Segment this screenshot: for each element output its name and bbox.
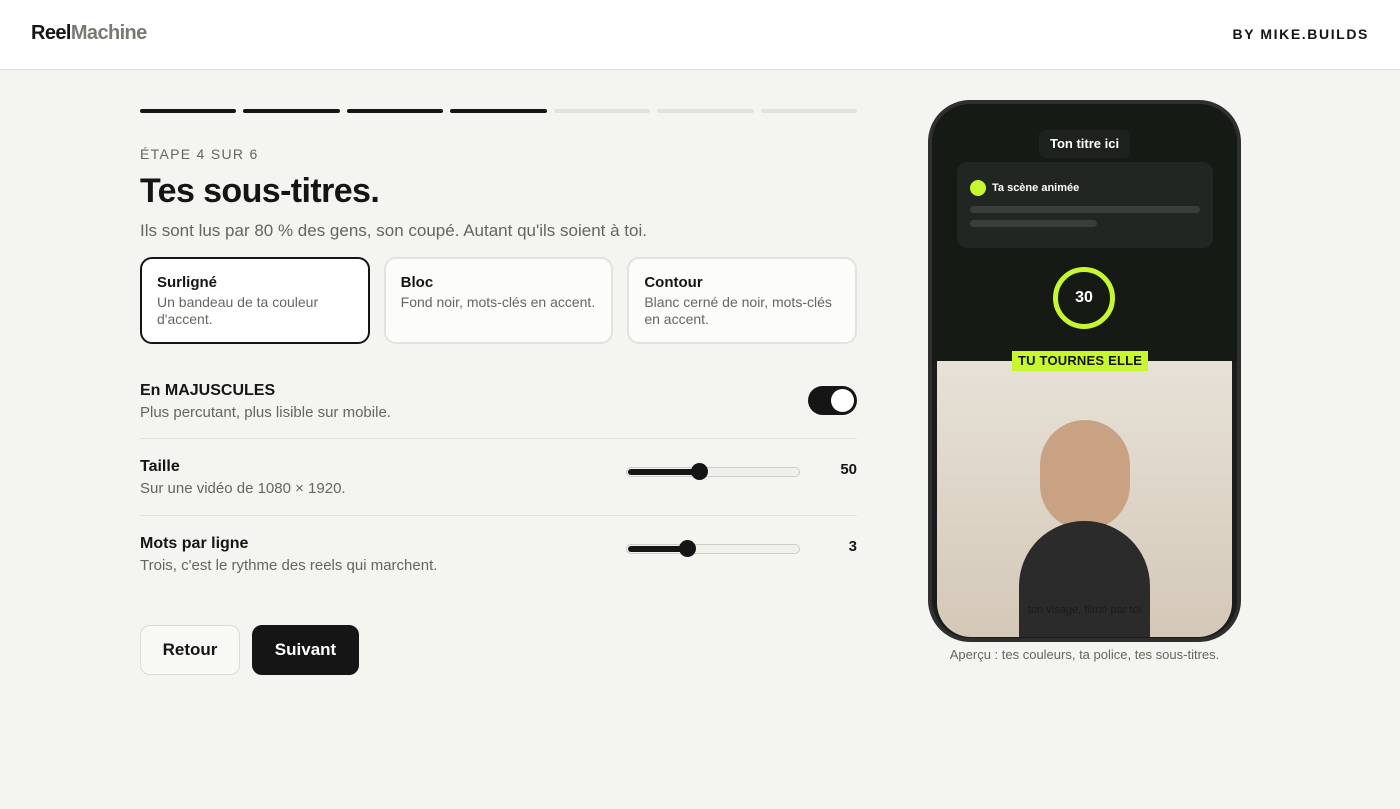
progress-segment [140,109,237,113]
countdown-ring: 30 [1053,267,1115,329]
divider [140,515,857,516]
person-head-shape [1040,420,1130,530]
author-byline[interactable]: BY MIKE.BUILDS [1233,26,1370,42]
slider-thumb[interactable] [679,540,696,557]
scene-label: Ta scène animée [992,182,1080,194]
uppercase-toggle[interactable] [808,386,857,415]
countdown-value: 30 [1075,289,1093,306]
uppercase-desc: Plus percutant, plus lisible sur mobile. [140,404,391,421]
progress-segment [450,109,547,113]
video-caption: ton visage, filmé par toi [1027,604,1142,616]
slider-thumb[interactable] [691,463,708,480]
preview-video: ton visage, filmé par toi [937,361,1232,637]
subtitle-style-options: Surligné Un bandeau de ta couleur d'acce… [140,257,858,344]
placeholder-line [970,206,1200,213]
toggle-knob [831,389,854,412]
placeholder-line [970,220,1097,227]
style-option-desc: Un bandeau de ta couleur d'accent. [157,294,319,327]
style-option-bloc[interactable]: Bloc Fond noir, mots-clés en accent. [383,257,614,344]
preview-subtitle: TU TOURNES ELLE [1012,351,1149,371]
preview-title: Ton titre ici [1039,130,1131,158]
size-desc: Sur une vidéo de 1080 × 1920. [140,480,346,497]
words-per-line-desc: Trois, c'est le rythme des reels qui mar… [140,557,438,574]
accent-dot-icon [970,180,986,196]
style-option-title: Contour [644,274,703,291]
progress-segment [243,109,340,113]
style-option-surligne[interactable]: Surligné Un bandeau de ta couleur d'acce… [140,257,370,344]
preview-caption: Aperçu : tes couleurs, ta police, tes so… [949,647,1220,662]
slider-fill [628,469,700,475]
size-value: 50 [840,461,857,478]
preview-scene-card: Ta scène animée [957,162,1213,248]
progress-segment [657,109,754,113]
phone-preview: Ton titre ici Ta scène animée 30 ton vis… [928,100,1241,642]
style-option-desc: Fond noir, mots-clés en accent. [400,294,596,310]
uppercase-title: En MAJUSCULES [140,382,276,399]
progress-segment [346,109,444,113]
page-title: Tes sous-titres. [140,172,380,210]
style-option-title: Surligné [157,274,218,291]
step-indicator: ÉTAPE 4 SUR 6 [140,146,259,162]
step-progress-bar [140,109,857,113]
size-slider[interactable] [626,463,800,480]
progress-segment [553,109,651,113]
uppercase-setting: En MAJUSCULES Plus percutant, plus lisib… [140,382,857,421]
logo-light-part: Machine [70,22,147,44]
preview-top-area: Ton titre ici Ta scène animée 30 [932,104,1237,362]
next-button[interactable]: Suivant [252,625,359,675]
words-per-line-setting: Mots par ligne Trois, c'est le rythme de… [140,535,857,574]
style-option-desc: Blanc cerné de noir, mots-clés en accent… [644,294,832,327]
progress-segment [760,109,857,113]
size-setting: Taille Sur une vidéo de 1080 × 1920. 50 [140,458,857,497]
app-logo[interactable]: ReelMachine [31,22,147,45]
style-option-contour[interactable]: Contour Blanc cerné de noir, mots-clés e… [627,257,858,344]
person-body-shape [1019,521,1150,637]
top-bar: ReelMachine BY MIKE.BUILDS [0,0,1400,70]
words-per-line-slider[interactable] [626,540,800,557]
words-per-line-value: 3 [848,538,857,555]
divider [140,438,857,439]
logo-bold-part: Reel [31,22,71,44]
back-button[interactable]: Retour [140,625,240,675]
page-subtitle: Ils sont lus par 80 % des gens, son coup… [140,221,647,240]
style-option-title: Bloc [400,274,434,291]
